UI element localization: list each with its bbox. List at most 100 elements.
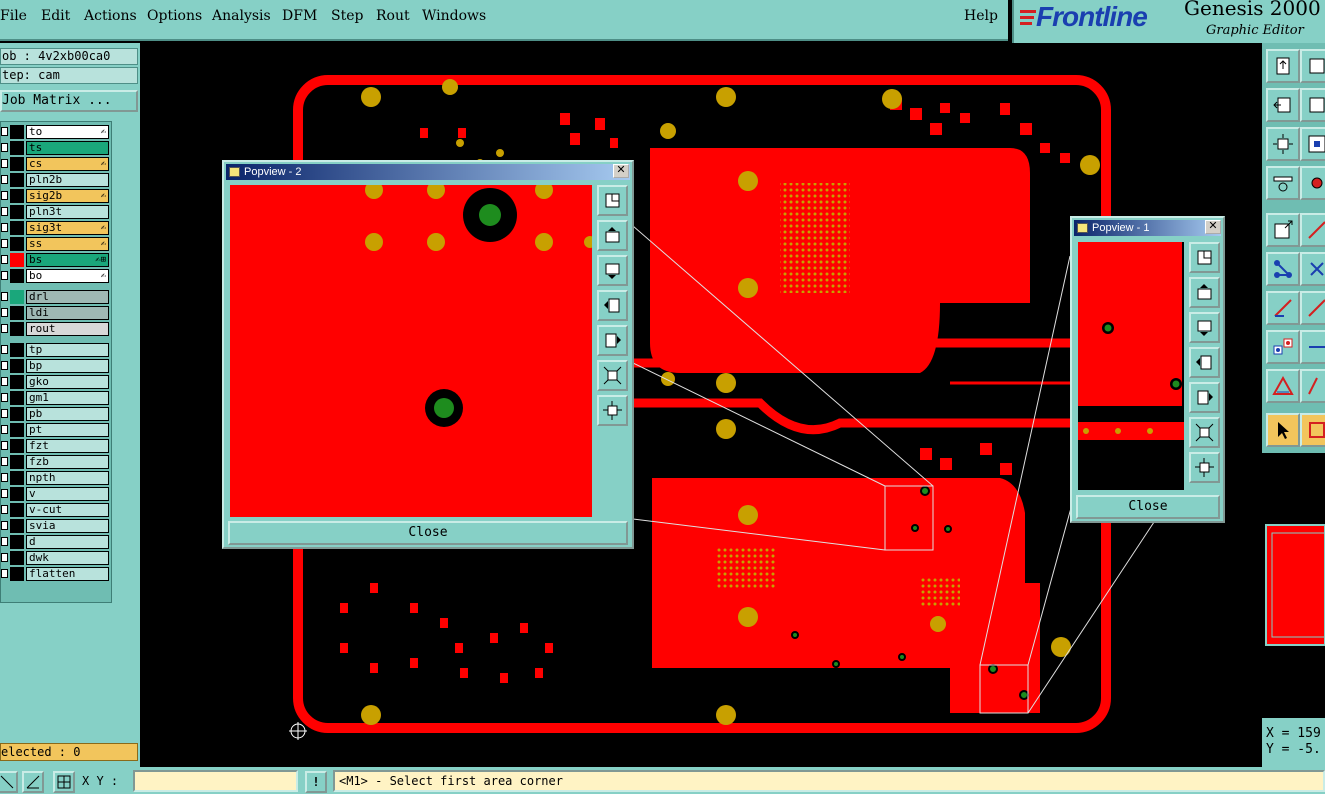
pan-right-button[interactable]	[1300, 88, 1325, 122]
layer-checkbox[interactable]	[1, 473, 8, 482]
popview-1-pan-down-button[interactable]	[1189, 312, 1220, 343]
layer-name[interactable]: to ✍	[26, 125, 109, 139]
layer-checkbox[interactable]	[1, 127, 8, 136]
layer-checkbox[interactable]	[1, 553, 8, 562]
popview-1-center-button[interactable]	[1189, 452, 1220, 483]
measure-button[interactable]	[1266, 291, 1300, 325]
dash-tool-button[interactable]	[1300, 330, 1325, 364]
layer-checkbox[interactable]	[1, 292, 8, 301]
area-select-button[interactable]	[1300, 413, 1325, 447]
menu-windows[interactable]: Windows	[422, 8, 486, 24]
popview-1-canvas[interactable]	[1078, 242, 1184, 490]
layer-row[interactable]: dwk	[1, 551, 113, 565]
layer-row[interactable]: ss ✍	[1, 237, 113, 251]
layer-row[interactable]: pb	[1, 407, 113, 421]
layer-checkbox[interactable]	[1, 489, 8, 498]
layer-name[interactable]: ts	[26, 141, 109, 155]
layer-row[interactable]: fzt	[1, 439, 113, 453]
layer-checkbox[interactable]	[1, 409, 8, 418]
layer-checkbox[interactable]	[1, 457, 8, 466]
layer-checkbox[interactable]	[1, 255, 8, 264]
settings-button[interactable]	[1266, 166, 1300, 200]
zoom-tool-button[interactable]	[0, 771, 18, 793]
triangle-tool-button[interactable]	[1266, 369, 1300, 403]
layer-row[interactable]: sig3t ✍	[1, 221, 113, 235]
layer-name[interactable]: pln2b	[26, 173, 109, 187]
layer-row[interactable]: bp	[1, 359, 113, 373]
menu-edit[interactable]: Edit	[41, 8, 70, 24]
angle-snap-button[interactable]	[22, 771, 44, 793]
net-button[interactable]	[1266, 252, 1300, 286]
popview-2-titlebar[interactable]: Popview - 2	[226, 164, 630, 180]
layer-row[interactable]: rout	[1, 322, 113, 336]
layer-checkbox[interactable]	[1, 537, 8, 546]
layer-checkbox[interactable]	[1, 159, 8, 168]
menu-actions[interactable]: Actions	[84, 8, 137, 24]
layer-name[interactable]: fzt	[26, 439, 109, 453]
layer-row[interactable]: npth	[1, 471, 113, 485]
line-tool-button[interactable]	[1300, 213, 1325, 247]
menu-options[interactable]: Options	[147, 8, 202, 24]
layer-name[interactable]: flatten	[26, 567, 109, 581]
layer-row[interactable]: to ✍	[1, 125, 113, 139]
layer-row[interactable]: bo ✍	[1, 269, 113, 283]
popview-2-pan-right-button[interactable]	[597, 325, 628, 356]
menu-file[interactable]: File	[0, 8, 27, 24]
layer-name[interactable]: pb	[26, 407, 109, 421]
layer-checkbox[interactable]	[1, 308, 8, 317]
layer-checkbox[interactable]	[1, 377, 8, 386]
layer-checkbox[interactable]	[1, 271, 8, 280]
layer-row[interactable]: ldi	[1, 306, 113, 320]
alert-button[interactable]: !	[305, 771, 327, 793]
zoom-in-button[interactable]	[1300, 49, 1325, 83]
layer-checkbox[interactable]	[1, 191, 8, 200]
popview-1-pan-left-button[interactable]	[1189, 347, 1220, 378]
menu-analysis[interactable]: Analysis	[212, 8, 271, 24]
layer-checkbox[interactable]	[1, 505, 8, 514]
popview-2-pan-up-button[interactable]	[597, 220, 628, 251]
popview-2-zoom-button[interactable]	[597, 185, 628, 216]
layer-checkbox[interactable]	[1, 207, 8, 216]
layer-checkbox[interactable]	[1, 361, 8, 370]
layer-checkbox[interactable]	[1, 143, 8, 152]
layer-row[interactable]: svia	[1, 519, 113, 533]
layer-row[interactable]: pln2b	[1, 173, 113, 187]
layer-name[interactable]: gko	[26, 375, 109, 389]
popview-2-center-button[interactable]	[597, 395, 628, 426]
layer-row[interactable]: drl	[1, 290, 113, 304]
popview-1-close-button[interactable]: Close	[1076, 495, 1220, 519]
popview-2-pan-down-button[interactable]	[597, 255, 628, 286]
job-matrix-button[interactable]: Job Matrix ...	[0, 90, 138, 112]
layer-name[interactable]: fzb	[26, 455, 109, 469]
layer-name[interactable]: rout	[26, 322, 109, 336]
layer-checkbox[interactable]	[1, 223, 8, 232]
popview-2-pan-left-button[interactable]	[597, 290, 628, 321]
menu-help[interactable]: Help	[964, 8, 998, 24]
layer-row[interactable]: pt	[1, 423, 113, 437]
layer-row[interactable]: gko	[1, 375, 113, 389]
layer-row[interactable]: v-cut	[1, 503, 113, 517]
layer-checkbox[interactable]	[1, 569, 8, 578]
grid-button[interactable]	[53, 771, 75, 793]
popview-1-fit-button[interactable]	[1189, 417, 1220, 448]
layer-name[interactable]: drl	[26, 290, 109, 304]
layer-name[interactable]: tp	[26, 343, 109, 357]
layer-row[interactable]: cs ✍	[1, 157, 113, 171]
layer-row[interactable]: gm1	[1, 391, 113, 405]
fit-view-button[interactable]	[1266, 127, 1300, 161]
layer-name[interactable]: svia	[26, 519, 109, 533]
layer-name[interactable]: npth	[26, 471, 109, 485]
layer-name[interactable]: bo ✍	[26, 269, 109, 283]
layer-name[interactable]: dwk	[26, 551, 109, 565]
layer-checkbox[interactable]	[1, 239, 8, 248]
layer-name[interactable]: pt	[26, 423, 109, 437]
layer-name[interactable]: ldi	[26, 306, 109, 320]
popview-1-titlebar[interactable]: Popview - 1	[1074, 220, 1221, 236]
layer-row[interactable]: tp	[1, 343, 113, 357]
layers-button[interactable]	[1300, 127, 1325, 161]
layer-name[interactable]: cs ✍	[26, 157, 109, 171]
popview-1-zoom-button[interactable]	[1189, 242, 1220, 273]
zoom-home-button[interactable]	[1266, 49, 1300, 83]
record-button[interactable]	[1300, 166, 1325, 200]
layer-name[interactable]: sig2b ✍	[26, 189, 109, 203]
